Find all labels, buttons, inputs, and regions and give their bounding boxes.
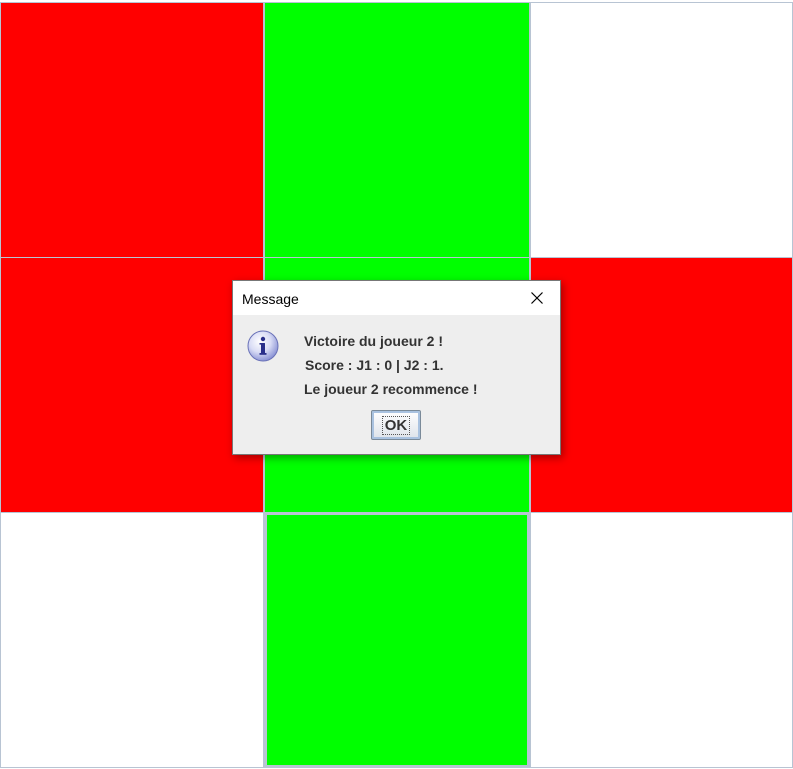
- board-cell-r0-c2[interactable]: [530, 2, 793, 258]
- message-line-3: Le joueur 2 recommence !: [304, 381, 478, 397]
- message-dialog: Message Victoire du joueur 2 ! Score: J…: [232, 280, 561, 455]
- dialog-titlebar[interactable]: Message: [233, 281, 560, 315]
- message-line-2: Score : J1 : 0 | J2 : 1.: [305, 357, 444, 373]
- board-cell-r0-c0[interactable]: [0, 2, 264, 258]
- message-line-1: Victoire du joueur 2 !: [304, 333, 443, 349]
- dialog-body: Victoire du joueur 2 ! Score : J1 : 0 | …: [233, 315, 560, 454]
- ok-button-label: OK: [381, 415, 411, 435]
- dialog-title: Message: [242, 291, 299, 307]
- close-button[interactable]: [523, 287, 551, 309]
- board-cell-r1-c0[interactable]: [0, 257, 264, 513]
- board-cell-r2-c0[interactable]: [0, 512, 264, 768]
- board-cell-r0-c1[interactable]: [264, 2, 530, 258]
- ok-button[interactable]: OK: [371, 410, 421, 440]
- board-cell-r2-c2[interactable]: [530, 512, 793, 768]
- info-icon: [247, 330, 279, 362]
- close-icon: [531, 292, 543, 304]
- board-cell-r1-c2[interactable]: [530, 257, 793, 513]
- board-cell-r2-c1[interactable]: [264, 512, 530, 768]
